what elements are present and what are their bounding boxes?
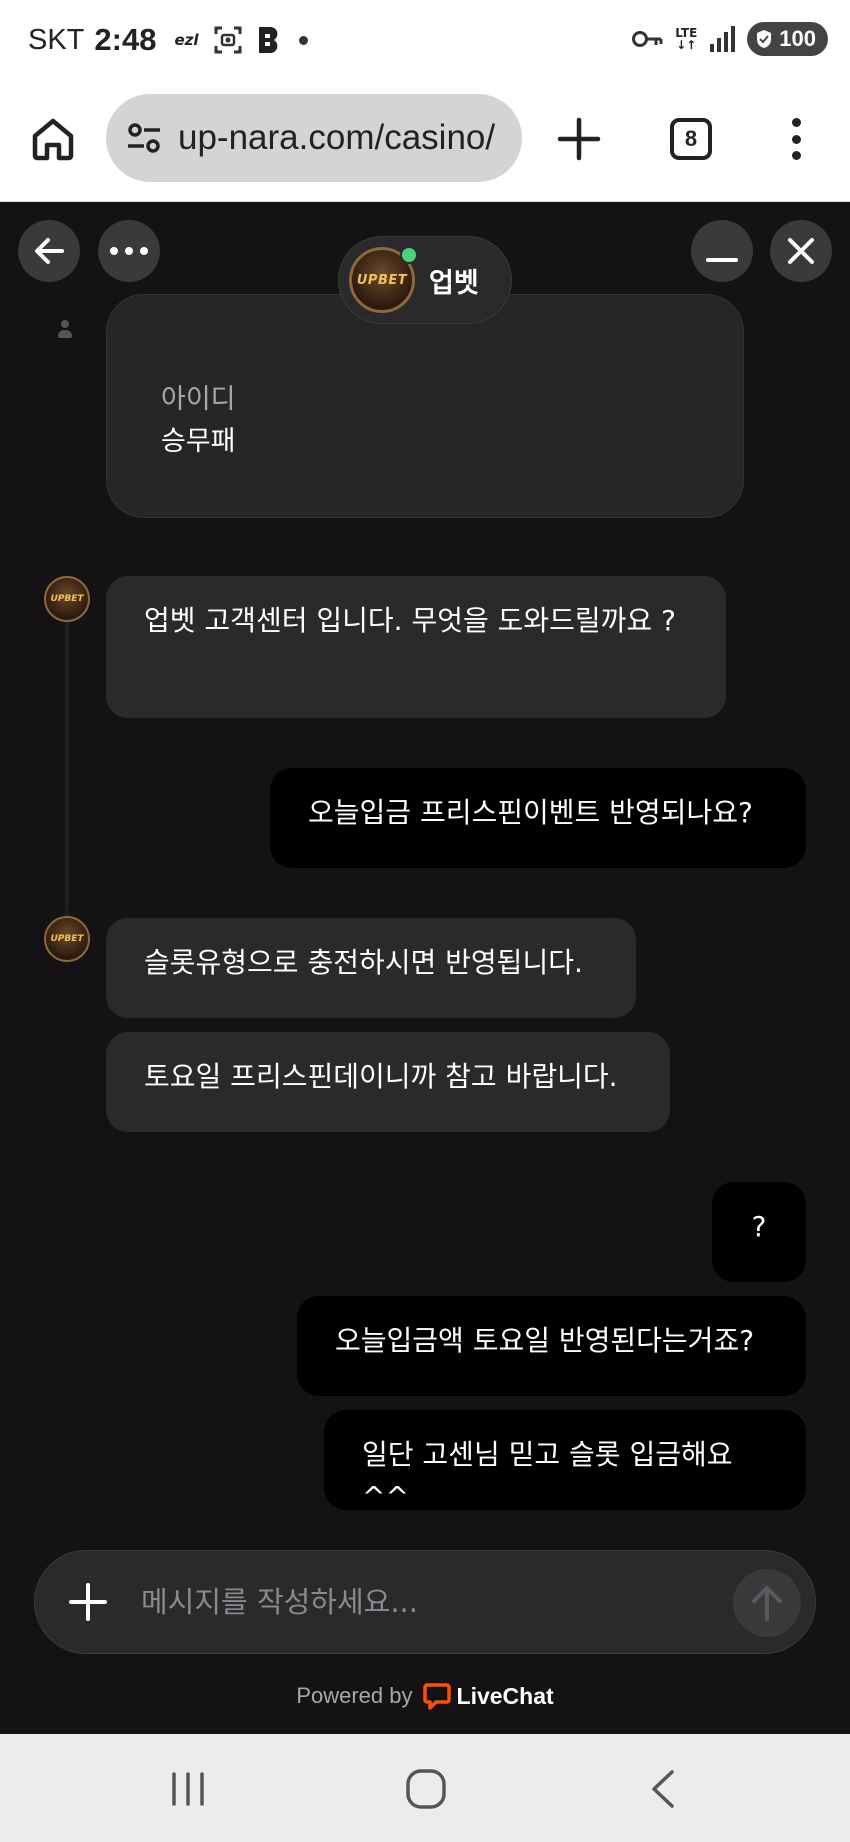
battery-indicator: 100: [747, 22, 828, 56]
nav-home-icon[interactable]: [404, 1768, 448, 1810]
tabs-icon[interactable]: 8: [670, 118, 712, 160]
carrier-label: SKT: [28, 23, 85, 56]
tune-icon[interactable]: [124, 118, 164, 158]
agent-avatar: UPBET: [349, 246, 418, 313]
vpn-key-icon: [632, 31, 663, 47]
battery-level: 100: [779, 26, 816, 51]
message-composer: [34, 1550, 816, 1654]
send-arrow-icon[interactable]: [733, 1569, 801, 1637]
thread-line: [65, 580, 69, 920]
agent-header[interactable]: UPBET 업벳: [338, 236, 512, 324]
powered-by-label: Powered by: [296, 1683, 413, 1708]
form-field-label: 아이디: [161, 384, 236, 415]
lte-icon: LTE ↓↑: [675, 26, 698, 52]
minimize-icon[interactable]: [691, 220, 753, 282]
powered-by-footer[interactable]: Powered by LiveChat: [0, 1682, 850, 1710]
more-horiz-icon[interactable]: [98, 220, 160, 282]
attach-plus-icon[interactable]: [65, 1579, 111, 1625]
back-arrow-icon[interactable]: [18, 220, 80, 282]
form-field-value: 승무패: [161, 426, 236, 457]
shield-icon: [757, 30, 772, 48]
agent-logo-small: UPBET: [50, 934, 84, 944]
notification-dot-icon: [298, 35, 308, 45]
url-text: up-nara.com/casino/: [178, 118, 496, 157]
message-bubble-agent: 토요일 프리스핀데이니까 참고 바랍니다.: [106, 1032, 670, 1132]
system-nav-bar: [0, 1734, 850, 1842]
tab-count: 8: [684, 126, 698, 151]
agent-avatar-small: UPBET: [44, 916, 90, 962]
agent-name: 업벳: [429, 267, 479, 299]
message-bubble-user: ?: [712, 1182, 806, 1282]
ezl-icon: ezl: [174, 31, 199, 49]
message-bubble-user: 오늘입금 프리스핀이벤트 반영되나요?: [270, 768, 806, 868]
message-bubble-agent: 업벳 고객센터 입니다. 무엇을 도와드릴까요 ?: [106, 576, 726, 718]
livechat-widget: UPBET 업벳 아이디 승무패 UPBET 업벳 고객센터 입니다. 무엇을 …: [0, 202, 850, 1734]
livechat-brand: LiveChat: [456, 1682, 554, 1709]
agent-avatar-small: UPBET: [44, 576, 90, 622]
message-bubble-agent: 슬롯유형으로 충전하시면 반영됩니다.: [106, 918, 636, 1018]
recents-icon[interactable]: [166, 1768, 210, 1810]
status-bar: SKT 2:48 ezl LTE ↓↑ 100: [0, 0, 850, 80]
message-input[interactable]: [141, 1579, 721, 1625]
livechat-logo-icon: [422, 1683, 451, 1710]
b-app-icon: [258, 27, 277, 53]
prechat-form-card: 아이디 승무패: [106, 294, 744, 518]
agent-logo: UPBET: [356, 272, 408, 288]
nav-back-icon[interactable]: [642, 1768, 686, 1810]
message-bubble-user: 일단 고센님 믿고 슬롯 입금해요^^: [324, 1410, 806, 1513]
online-status-icon: [400, 246, 418, 264]
close-icon[interactable]: [770, 220, 832, 282]
screenshot-icon: [214, 26, 241, 54]
url-bar[interactable]: up-nara.com/casino/: [106, 94, 522, 182]
signal-icon: [710, 26, 736, 52]
message-bubble-user: 오늘입금액 토요일 반영된다는거죠?: [297, 1296, 806, 1396]
user-avatar-icon: [58, 320, 72, 340]
plus-icon[interactable]: [556, 116, 602, 162]
agent-logo-small: UPBET: [50, 594, 84, 604]
clock: 2:48: [94, 22, 157, 57]
more-vert-icon[interactable]: [778, 116, 814, 162]
browser-toolbar: up-nara.com/casino/ 8: [0, 80, 850, 202]
home-icon[interactable]: [30, 116, 76, 162]
